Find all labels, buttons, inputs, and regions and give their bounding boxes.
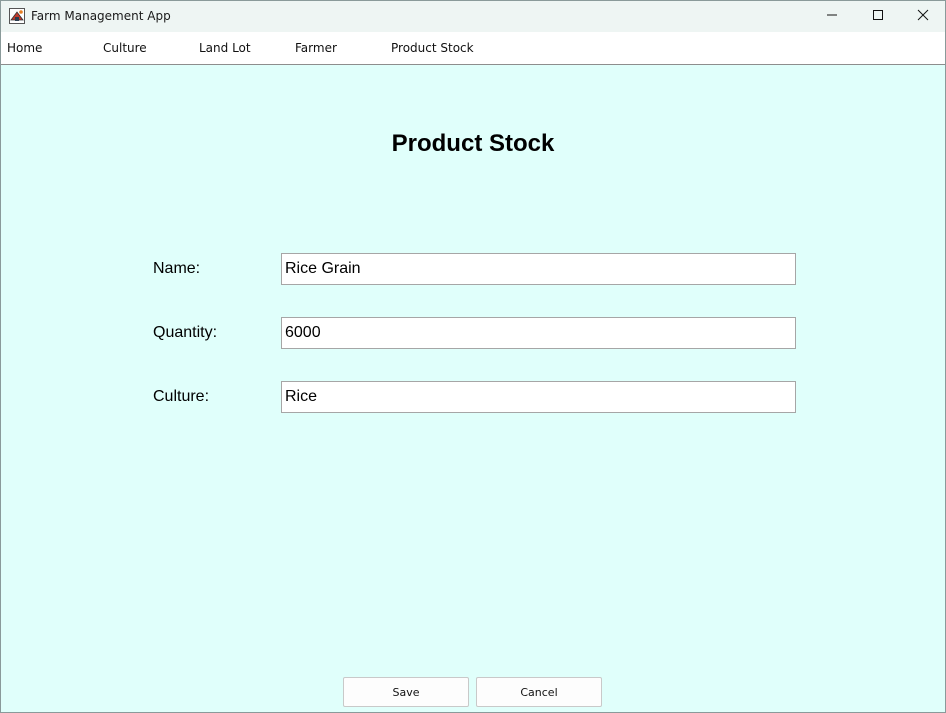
content-panel: Product Stock Name: Quantity: Culture: S… (1, 65, 945, 712)
page-title: Product Stock (391, 130, 555, 157)
minimize-icon (826, 8, 838, 26)
culture-field[interactable] (281, 381, 796, 413)
close-button[interactable] (900, 1, 945, 32)
window-title: Farm Management App (31, 9, 171, 23)
name-label: Name: (153, 260, 201, 277)
app-logo-icon (9, 8, 25, 24)
culture-label: Culture: (153, 388, 210, 405)
cancel-button[interactable]: Cancel (476, 677, 602, 707)
menu-item-home[interactable]: Home (7, 41, 42, 55)
quantity-field[interactable] (281, 317, 796, 349)
menu-item-product-stock[interactable]: Product Stock (391, 41, 474, 55)
menu-item-farmer[interactable]: Farmer (295, 41, 337, 55)
maximize-icon (872, 8, 884, 26)
menu-item-culture[interactable]: Culture (103, 41, 147, 55)
quantity-label: Quantity: (153, 324, 218, 341)
close-icon (917, 8, 929, 26)
name-field[interactable] (281, 253, 796, 285)
title-bar[interactable]: Farm Management App (1, 1, 945, 32)
menu-bar: Home Culture Land Lot Farmer Product Sto… (1, 32, 945, 65)
minimize-button[interactable] (809, 1, 855, 32)
maximize-button[interactable] (855, 1, 901, 32)
app-window: Farm Management App Home Culture Land Lo… (0, 0, 946, 713)
save-button[interactable]: Save (343, 677, 469, 707)
menu-item-land-lot[interactable]: Land Lot (199, 41, 251, 55)
